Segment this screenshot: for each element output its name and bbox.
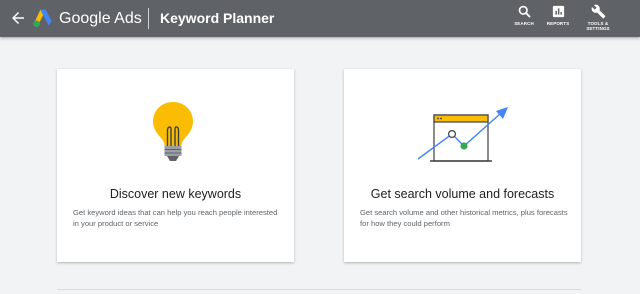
tools-settings-button[interactable]: TOOLS & SETTINGS [580, 4, 616, 36]
search-label: SEARCH [514, 21, 534, 26]
app-header: Google Ads Keyword Planner SEARCH REPORT… [0, 0, 640, 37]
product-name[interactable]: Google Ads [59, 9, 142, 28]
lightbulb-icon [153, 102, 193, 161]
reports-icon [552, 5, 564, 18]
tools-settings-label-2: SETTINGS [586, 26, 610, 31]
page-title: Keyword Planner [160, 10, 275, 26]
reports-button[interactable]: REPORTS [541, 4, 575, 36]
search-volume-forecasts-card[interactable]: Get search volume and forecasts Get sear… [344, 69, 581, 262]
card-title: Discover new keywords [109, 187, 242, 201]
forecast-chart-icon [417, 107, 508, 162]
search-icon [518, 5, 530, 18]
card-description: Get keyword ideas that can help you reac… [73, 208, 278, 228]
google-ads-logo[interactable] [32, 8, 54, 28]
card-title: Get search volume and forecasts [370, 187, 555, 201]
discover-keywords-card[interactable]: Discover new keywords Get keyword ideas … [57, 69, 294, 262]
back-arrow-icon[interactable] [9, 9, 27, 27]
reports-label: REPORTS [546, 21, 570, 26]
wrench-icon [591, 4, 605, 19]
search-button[interactable]: SEARCH [507, 4, 541, 36]
card-description: Get search volume and other historical m… [360, 208, 568, 228]
content-divider [57, 289, 581, 290]
header-divider [148, 8, 149, 29]
